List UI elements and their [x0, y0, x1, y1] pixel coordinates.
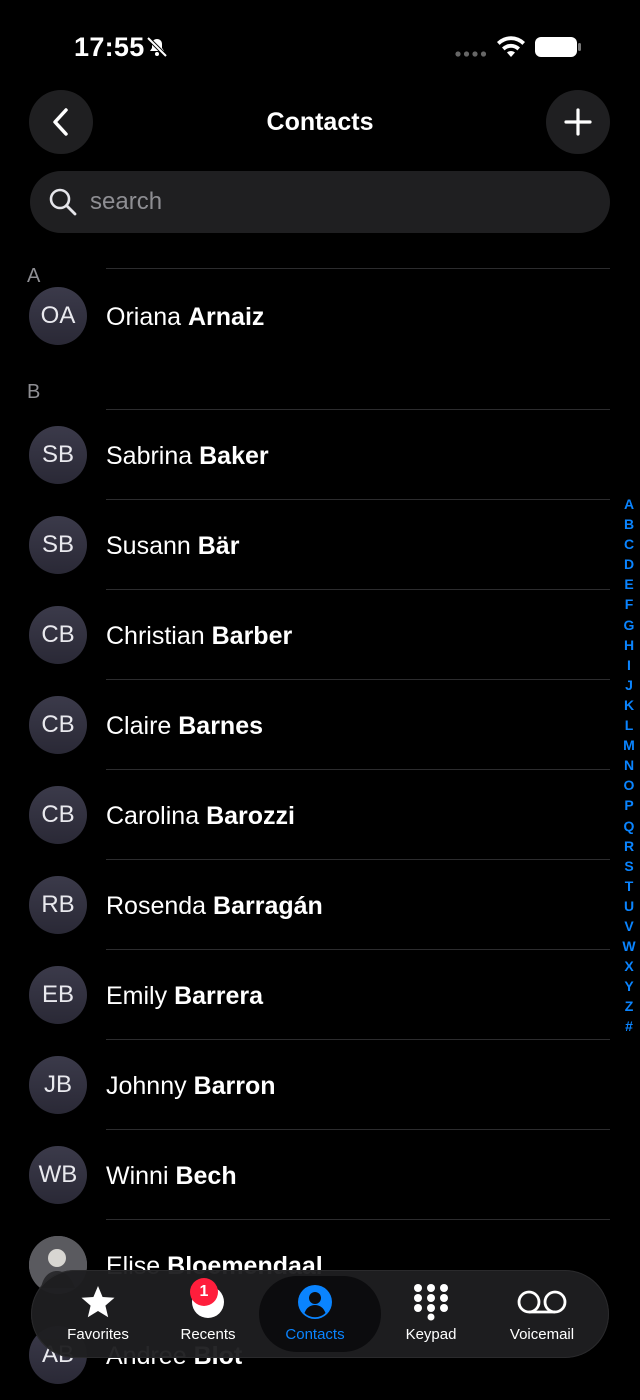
search-input[interactable]: [88, 187, 572, 217]
avatar: SB: [29, 426, 87, 484]
battery-icon: [535, 37, 581, 57]
contact-row[interactable]: RB Rosenda Barragán: [0, 860, 615, 950]
avatar: SB: [29, 516, 87, 574]
avatar: EB: [29, 966, 87, 1024]
index-letter[interactable]: N: [619, 755, 639, 775]
tab-label: Recents: [180, 1326, 236, 1343]
index-letter[interactable]: F: [619, 594, 639, 614]
contact-name: Susann Bär: [106, 532, 240, 560]
index-letter[interactable]: I: [619, 655, 639, 675]
avatar: CB: [29, 786, 87, 844]
index-letter[interactable]: G: [619, 615, 639, 635]
index-letter[interactable]: S: [619, 856, 639, 876]
index-letter[interactable]: E: [619, 574, 639, 594]
index-letter[interactable]: L: [619, 715, 639, 735]
search-bar[interactable]: [30, 171, 610, 233]
contact-row[interactable]: CB Carolina Barozzi: [0, 770, 615, 860]
add-contact-button[interactable]: [546, 90, 610, 154]
avatar: CB: [29, 696, 87, 754]
avatar: OA: [29, 287, 87, 345]
page-title: Contacts: [266, 108, 374, 136]
contact-name: Carolina Barozzi: [106, 802, 295, 830]
contact-row[interactable]: EB Emily Barrera: [0, 950, 615, 1040]
keypad-icon: [414, 1284, 448, 1321]
avatar: JB: [29, 1056, 87, 1114]
signal-dots-icon: [455, 51, 487, 57]
index-letter[interactable]: A: [619, 494, 639, 514]
contact-row[interactable]: WB Winni Bech: [0, 1130, 615, 1220]
plus-icon: [564, 108, 592, 136]
contact-name: Winni Bech: [106, 1162, 237, 1190]
index-letter[interactable]: C: [619, 534, 639, 554]
tab-bar: Favorites Recents Contacts Keypad Voicem…: [31, 1270, 609, 1358]
tab-label: Voicemail: [509, 1326, 575, 1343]
index-letter[interactable]: D: [619, 554, 639, 574]
avatar: WB: [29, 1146, 87, 1204]
section-header-b: B: [27, 381, 41, 403]
index-letter[interactable]: Y: [619, 976, 639, 996]
index-letter[interactable]: J: [619, 675, 639, 695]
contact-name: Claire Barnes: [106, 712, 264, 740]
tab-label: Favorites: [67, 1326, 129, 1343]
recents-badge: 1: [190, 1278, 218, 1306]
contact-row[interactable]: CB Claire Barnes: [0, 680, 615, 770]
index-letter[interactable]: Q: [619, 816, 639, 836]
avatar: RB: [29, 876, 87, 934]
index-letter[interactable]: U: [619, 896, 639, 916]
search-icon: [49, 188, 77, 216]
tab-favorites[interactable]: Favorites: [42, 1270, 154, 1358]
index-letter[interactable]: T: [619, 876, 639, 896]
person-circle-icon: [298, 1285, 332, 1319]
avatar: CB: [29, 606, 87, 664]
tab-contacts[interactable]: Contacts: [259, 1276, 381, 1352]
contact-row[interactable]: CB Christian Barber: [0, 590, 615, 680]
status-bar: 17:55: [0, 0, 640, 90]
voicemail-icon: [517, 1290, 567, 1314]
star-icon: [81, 1286, 115, 1318]
index-letter[interactable]: H: [619, 635, 639, 655]
alphabet-index[interactable]: A B C D E F G H I J K L M N O P Q R S T U V W X Y Z #: [619, 494, 639, 1037]
index-letter[interactable]: Z: [619, 996, 639, 1016]
index-letter[interactable]: K: [619, 695, 639, 715]
contact-row[interactable]: SB Sabrina Baker: [0, 410, 615, 500]
tab-voicemail[interactable]: Voicemail: [486, 1270, 598, 1358]
index-letter[interactable]: V: [619, 916, 639, 936]
tab-label: Keypad: [405, 1326, 457, 1343]
contact-name: Johnny Barron: [106, 1072, 276, 1100]
index-letter[interactable]: B: [619, 514, 639, 534]
contact-row[interactable]: OA Oriana Arnaiz: [0, 271, 615, 361]
contact-name: Emily Barrera: [106, 982, 264, 1010]
wifi-icon: [497, 36, 525, 57]
contact-name: Sabrina Baker: [106, 442, 269, 470]
status-time: 17:55: [74, 32, 145, 62]
tab-keypad[interactable]: Keypad: [375, 1270, 487, 1358]
contact-name: Rosenda Barragán: [106, 892, 323, 920]
index-letter[interactable]: M: [619, 735, 639, 755]
contact-row[interactable]: SB Susann Bär: [0, 500, 615, 590]
contact-row[interactable]: JB Johnny Barron: [0, 1040, 615, 1130]
index-letter[interactable]: O: [619, 775, 639, 795]
bell-slash-icon: [146, 36, 168, 58]
contact-name: Oriana Arnaiz: [106, 303, 265, 331]
index-letter[interactable]: P: [619, 795, 639, 815]
tab-label: Contacts: [285, 1326, 345, 1343]
index-letter[interactable]: R: [619, 836, 639, 856]
contact-name: Christian Barber: [106, 622, 293, 650]
divider: [106, 268, 610, 269]
index-letter[interactable]: X: [619, 956, 639, 976]
index-letter[interactable]: W: [619, 936, 639, 956]
index-letter[interactable]: #: [619, 1016, 639, 1036]
